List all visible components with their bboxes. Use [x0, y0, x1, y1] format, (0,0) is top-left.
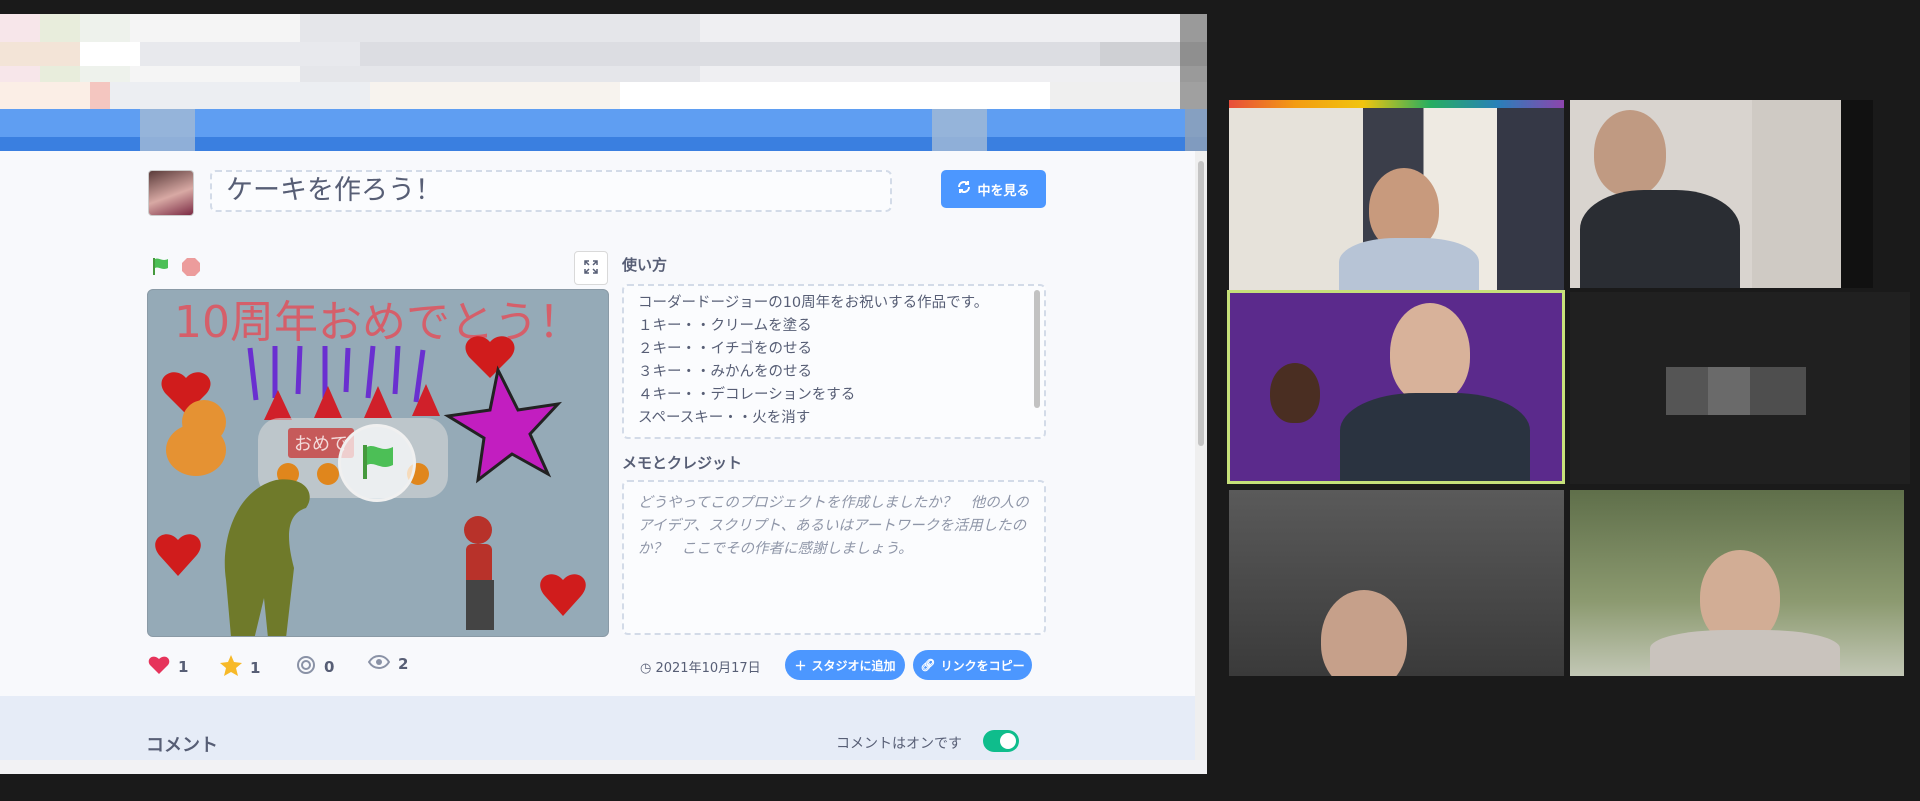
author-avatar[interactable] [148, 170, 194, 216]
copy-link-button[interactable]: 🔗︎ リンクをコピー [913, 650, 1032, 680]
instructions-line: ２キー・・イチゴをのせる [638, 341, 812, 357]
instructions-line: コーダードージョーの10周年をお祝いする作品です。 [638, 295, 989, 311]
heart-icon [148, 655, 170, 679]
green-flag-overlay-button[interactable] [338, 424, 416, 502]
loves-stat[interactable]: 1 [148, 655, 188, 679]
fullscreen-button[interactable] [574, 251, 608, 285]
see-inside-label: 中を見る [977, 183, 1030, 199]
remix-icon [296, 655, 316, 679]
remixes-count: 0 [324, 658, 335, 676]
stop-icon[interactable] [181, 257, 201, 277]
comments-status-text: コメントはオンです [836, 736, 962, 752]
instructions-scrollbar[interactable] [1034, 290, 1040, 408]
blurred-name-label [1666, 367, 1806, 415]
favorites-stat[interactable]: 1 [220, 655, 260, 680]
video-tile-participant-2[interactable] [1570, 100, 1873, 288]
video-tile-participant-4-camera-off[interactable] [1570, 292, 1910, 484]
share-date: ◷ 2021年10月17日 [640, 657, 761, 676]
project-stage[interactable]: 10周年おめでとう！ おめで [147, 289, 609, 637]
video-tile-participant-1[interactable] [1229, 100, 1564, 296]
video-tile-participant-6[interactable] [1570, 490, 1904, 676]
share-date-text: 2021年10月17日 [655, 661, 761, 676]
link-icon: 🔗︎ [920, 658, 936, 672]
blurred-address-row [0, 42, 1207, 66]
loves-count: 1 [178, 658, 189, 676]
clock-icon: ◷ [640, 661, 652, 676]
blurred-bookmark-row [0, 82, 1207, 109]
favorites-count: 1 [250, 658, 261, 677]
instructions-heading: 使い方 [622, 256, 668, 274]
comments-toggle[interactable] [983, 730, 1019, 752]
views-stat: 2 [367, 655, 409, 673]
add-to-studio-button[interactable]: ＋ スタジオに追加 [785, 650, 905, 680]
instructions-line: スペースキー・・火を消す [638, 410, 811, 426]
remixes-stat: 0 [296, 655, 334, 679]
green-flag-icon[interactable] [150, 256, 170, 276]
notes-credits-field[interactable]: どうやってこのプロジェクトを作成しましたか？ 他の人のアイデア、スクリプト、ある… [622, 480, 1046, 635]
instructions-line: ３キー・・みかんをのせる [638, 364, 812, 380]
remix-arrows-icon [957, 180, 971, 198]
expand-icon [584, 259, 598, 278]
add-to-studio-label: スタジオに追加 [811, 658, 896, 673]
instructions-field[interactable]: コーダードージョーの10周年をお祝いする作品です。 １キー・・クリームを塗る ２… [622, 284, 1046, 439]
views-count: 2 [398, 655, 409, 673]
project-title-field[interactable]: ケーキを作ろう！ [210, 170, 892, 212]
video-tile-participant-5[interactable] [1229, 490, 1564, 676]
page-scrollbar[interactable] [1195, 151, 1207, 760]
comments-title: コメント [146, 735, 218, 756]
star-icon [220, 655, 242, 680]
plus-icon: ＋ [794, 658, 807, 673]
instructions-line: １キー・・クリームを塗る [638, 318, 812, 334]
see-inside-button[interactable]: 中を見る [941, 170, 1046, 208]
copy-link-label: リンクをコピー [940, 658, 1025, 673]
green-flag-icon [357, 441, 397, 485]
notes-heading: メモとクレジット [622, 454, 743, 472]
eye-icon [367, 655, 391, 673]
instructions-line: ４キー・・デコレーションをする [638, 387, 856, 403]
video-tile-participant-3-active-speaker[interactable] [1227, 290, 1565, 484]
